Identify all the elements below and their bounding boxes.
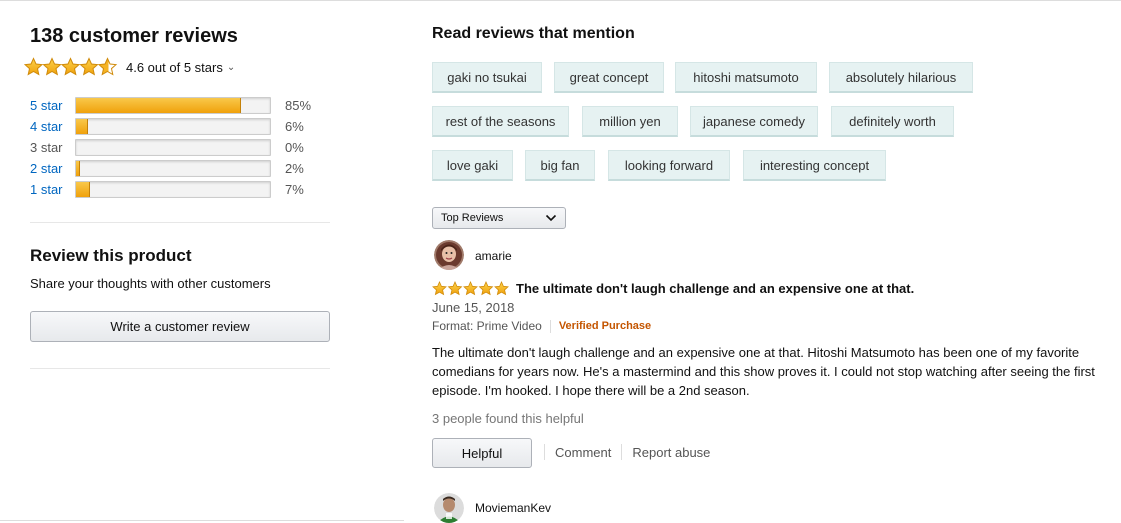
comment-link[interactable]: Comment <box>555 445 611 460</box>
average-star-rating-icon <box>24 57 118 76</box>
mention-chip[interactable]: great concept <box>554 62 664 93</box>
mention-chip[interactable]: interesting concept <box>743 150 886 181</box>
mention-chip[interactable]: hitoshi matsumoto <box>675 62 817 93</box>
histogram-star-label: 3 star <box>30 140 63 155</box>
sort-dropdown[interactable]: Top Reviews <box>432 207 566 229</box>
review-star-rating-icon[interactable] <box>432 281 512 296</box>
review-author[interactable]: amarie <box>475 249 512 263</box>
histogram-bar-fill <box>76 182 90 197</box>
histogram-row[interactable]: 4 star 6% <box>30 117 330 138</box>
histogram-row: 3 star 0% <box>30 138 330 159</box>
reviews-panel: Read reviews that mention gaki no tsukai… <box>432 0 1121 523</box>
histogram-bar-fill <box>76 119 88 134</box>
mention-chip[interactable]: gaki no tsukai <box>432 62 542 93</box>
bottom-divider <box>0 520 404 521</box>
average-rating[interactable]: 4.6 out of 5 stars ⌄ <box>24 57 235 77</box>
mention-chip[interactable]: big fan <box>525 150 595 181</box>
average-rating-text: 4.6 out of 5 stars <box>126 59 223 75</box>
histogram-bar-fill <box>76 161 80 176</box>
histogram-percent: 6% <box>285 119 304 134</box>
histogram-bar[interactable] <box>75 181 271 198</box>
divider <box>621 444 623 460</box>
histogram-star-label[interactable]: 5 star <box>30 98 63 113</box>
histogram-bar[interactable] <box>75 160 271 177</box>
mention-chip[interactable]: million yen <box>582 106 678 137</box>
review-product-subtitle: Share your thoughts with other customers <box>30 276 271 291</box>
mention-chip[interactable]: absolutely hilarious <box>829 62 973 93</box>
mention-chip[interactable]: rest of the seasons <box>432 106 569 137</box>
histogram-bar[interactable] <box>75 97 271 114</box>
histogram-bar-fill <box>76 98 241 113</box>
histogram-percent: 2% <box>285 161 304 176</box>
sort-selected-value: Top Reviews <box>441 212 504 224</box>
mentions-heading: Read reviews that mention <box>432 25 635 42</box>
mention-chip[interactable]: japanese comedy <box>690 106 818 137</box>
rating-histogram: 5 star 85% 4 star 6% 3 star 0% 2 star 2% 1 star 7… <box>30 96 330 201</box>
write-review-button[interactable]: Write a customer review <box>30 311 330 342</box>
histogram-star-label[interactable]: 4 star <box>30 119 63 134</box>
histogram-percent: 7% <box>285 182 304 197</box>
review-actions: Comment Report abuse <box>544 444 710 460</box>
review-format-row: Format: Prime Video Verified Purchase <box>432 319 651 333</box>
histogram-row[interactable]: 2 star 2% <box>30 159 330 180</box>
mention-chip[interactable]: love gaki <box>432 150 513 181</box>
section-divider <box>30 368 330 369</box>
divider <box>549 319 551 333</box>
total-reviews-heading: 138 customer reviews <box>30 25 238 47</box>
divider <box>544 444 545 460</box>
review-title[interactable]: The ultimate don't laugh challenge and a… <box>516 281 914 296</box>
review-format: Format: Prime Video <box>432 319 542 333</box>
chevron-down-icon: ⌄ <box>226 61 236 73</box>
histogram-percent: 0% <box>285 140 304 155</box>
histogram-row[interactable]: 1 star 7% <box>30 180 330 201</box>
helpful-button[interactable]: Helpful <box>432 438 532 468</box>
avatar[interactable] <box>434 240 464 270</box>
mention-chip[interactable]: definitely worth <box>831 106 954 137</box>
mention-chip[interactable]: looking forward <box>608 150 730 181</box>
histogram-bar <box>75 139 271 156</box>
review-date: June 15, 2018 <box>432 300 515 315</box>
histogram-star-label[interactable]: 2 star <box>30 161 63 176</box>
histogram-row[interactable]: 5 star 85% <box>30 96 330 117</box>
report-abuse-link[interactable]: Report abuse <box>632 445 710 460</box>
helpful-count: 3 people found this helpful <box>432 411 584 426</box>
chevron-down-icon <box>545 214 557 222</box>
histogram-bar[interactable] <box>75 118 271 135</box>
review-author[interactable]: MoviemanKev <box>475 501 551 515</box>
section-divider <box>30 222 330 223</box>
review-body: The ultimate don't laugh challenge and a… <box>432 345 1095 398</box>
review-product-heading: Review this product <box>30 246 192 265</box>
histogram-star-label[interactable]: 1 star <box>30 182 63 197</box>
histogram-percent: 85% <box>285 98 312 113</box>
verified-purchase-badge: Verified Purchase <box>558 320 652 332</box>
avatar[interactable] <box>434 493 464 523</box>
